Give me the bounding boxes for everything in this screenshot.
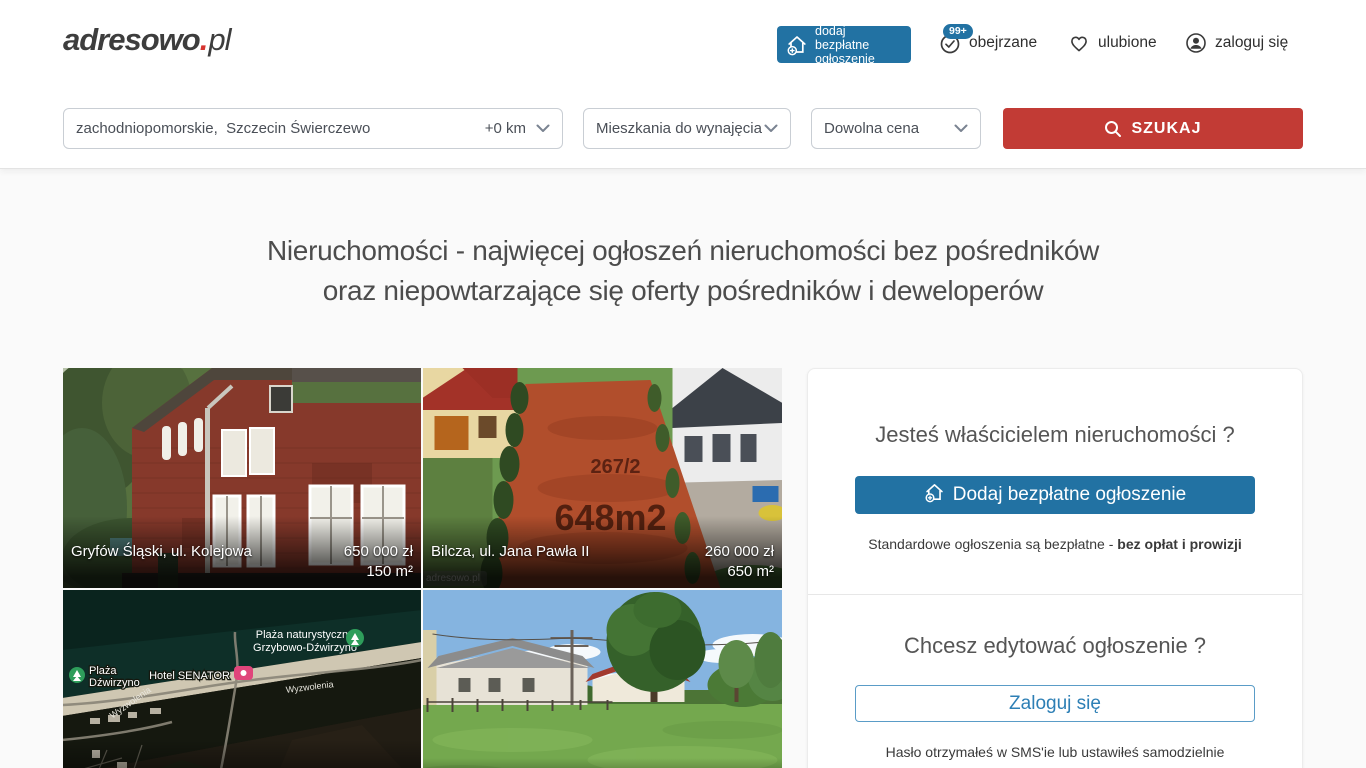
search-button[interactable]: SZUKAJ bbox=[1003, 108, 1303, 149]
edit-section: Chcesz edytować ogłoszenie ? Zaloguj się… bbox=[808, 595, 1302, 760]
listing-price: 650 000 zł bbox=[344, 542, 413, 562]
plot-number-label: 267/2 bbox=[590, 456, 640, 478]
main-content: Nieruchomości - najwięcej ogłoszeń nieru… bbox=[0, 169, 1366, 768]
page-title-line2: oraz niepowtarzające się oferty pośredni… bbox=[0, 271, 1366, 311]
listings-grid: Gryfów Śląski, ul. Kolejowa 650 000 zł 1… bbox=[63, 368, 782, 768]
add-listing-label-line2: ogłoszenie bbox=[815, 52, 875, 66]
chevron-down-icon bbox=[954, 124, 968, 133]
listing-card-gryfow[interactable]: Gryfów Śląski, ul. Kolejowa 650 000 zł 1… bbox=[63, 368, 421, 588]
owner-question: Jesteś właścicielem nieruchomości ? bbox=[808, 422, 1302, 448]
location-value: zachodniopomorskie, Szczecin Świerczewo bbox=[76, 120, 485, 137]
search-icon bbox=[1104, 120, 1122, 138]
price-value: Dowolna cena bbox=[824, 120, 954, 137]
listing-caption: Gryfów Śląski, ul. Kolejowa 650 000 zł 1… bbox=[63, 516, 421, 588]
listing-location: Gryfów Śląski, ul. Kolejowa bbox=[71, 542, 252, 562]
listing-caption: Bilcza, ul. Jana Pawła II 260 000 zł 650… bbox=[423, 516, 782, 588]
listing-area: 650 m² bbox=[705, 562, 774, 582]
owner-section: Jesteś właścicielem nieruchomości ? Doda… bbox=[808, 369, 1302, 552]
house-add-icon bbox=[924, 482, 945, 509]
price-select[interactable]: Dowolna cena bbox=[811, 108, 981, 149]
radius-select[interactable]: +0 km bbox=[485, 120, 526, 137]
location-search-field[interactable]: zachodniopomorskie, Szczecin Świerczewo … bbox=[63, 108, 563, 149]
login-menu-item[interactable]: zaloguj się bbox=[1185, 32, 1288, 54]
listing-card-grojce[interactable]: Grojce, ul. Bagienna 891 000 zł bbox=[423, 590, 782, 768]
listing-caption: Dźwirzyno, ul. Wyzwolenia zapytaj o cenę bbox=[63, 740, 421, 768]
edit-note: Hasło otrzymałeś w SMS'ie lub ustawiłeś … bbox=[808, 744, 1302, 760]
chevron-down-icon bbox=[764, 124, 778, 133]
viewed-label: obejrzane bbox=[969, 34, 1037, 52]
logo-name: adresowo bbox=[63, 22, 200, 57]
top-header: adresowo.pl dodaj bezpłatne ogłoszenie bbox=[0, 0, 1366, 169]
edit-question: Chcesz edytować ogłoszenie ? bbox=[808, 633, 1302, 659]
check-circle-icon: 99+ bbox=[939, 32, 961, 54]
owner-panel: Jesteś właścicielem nieruchomości ? Doda… bbox=[807, 368, 1303, 768]
map-hotel-label: Hotel SENATOR bbox=[149, 670, 230, 682]
owner-note-text: Standardowe ogłoszenia są bezpłatne - bbox=[868, 536, 1117, 552]
listing-area: 150 m² bbox=[344, 562, 413, 582]
page-title-line1: Nieruchomości - najwięcej ogłoszeń nieru… bbox=[0, 231, 1366, 271]
search-button-label: SZUKAJ bbox=[1131, 120, 1201, 138]
add-listing-header-button[interactable]: dodaj bezpłatne ogłoszenie bbox=[777, 26, 911, 63]
user-icon bbox=[1185, 32, 1207, 54]
listing-price: 260 000 zł bbox=[705, 542, 774, 562]
listing-caption: Grojce, ul. Bagienna 891 000 zł bbox=[423, 758, 782, 768]
favorites-menu-item[interactable]: ulubione bbox=[1068, 32, 1157, 54]
site-logo[interactable]: adresowo.pl bbox=[63, 22, 230, 58]
owner-note-bold: bez opłat i prowizji bbox=[1117, 536, 1241, 552]
owner-note: Standardowe ogłoszenia są bezpłatne - be… bbox=[808, 536, 1302, 552]
map-beach2-label-line1: Plaża bbox=[89, 665, 117, 677]
listing-card-bilcza[interactable]: 267/2 648m2 adresowo.pl Bilcza, ul. Jana… bbox=[423, 368, 782, 588]
add-listing-label-line1: dodaj bezpłatne bbox=[815, 24, 869, 52]
login-sidebar-button[interactable]: Zaloguj się bbox=[855, 685, 1255, 722]
add-listing-sidebar-label: Dodaj bezpłatne ogłoszenie bbox=[953, 484, 1186, 506]
heart-icon bbox=[1068, 32, 1090, 54]
house-add-icon bbox=[786, 34, 808, 56]
property-type-value: Mieszkania do wynajęcia bbox=[596, 120, 764, 137]
listing-location: Bilcza, ul. Jana Pawła II bbox=[431, 542, 589, 562]
add-listing-sidebar-button[interactable]: Dodaj bezpłatne ogłoszenie bbox=[855, 476, 1255, 514]
page-title: Nieruchomości - najwięcej ogłoszeń nieru… bbox=[0, 231, 1366, 311]
logo-tld: pl bbox=[208, 22, 230, 57]
viewed-menu-item[interactable]: 99+ obejrzane bbox=[939, 32, 1037, 54]
login-label: zaloguj się bbox=[1215, 34, 1288, 52]
listing-card-dzwirzyno[interactable]: Hotel SENATOR Plaża naturystyczna Grzybo… bbox=[63, 590, 421, 768]
map-beach-label-line2: Grzybowo-Dźwirzyno bbox=[253, 642, 357, 654]
viewed-count-badge: 99+ bbox=[943, 24, 973, 39]
map-beach2-label-line2: Dźwirzyno bbox=[89, 677, 140, 689]
chevron-down-icon bbox=[536, 124, 550, 133]
page: adresowo.pl dodaj bezpłatne ogłoszenie bbox=[0, 0, 1366, 768]
favorites-label: ulubione bbox=[1098, 34, 1157, 52]
map-beach-label-line1: Plaża naturystyczna bbox=[256, 629, 355, 641]
meadow-photo bbox=[423, 590, 782, 768]
property-type-select[interactable]: Mieszkania do wynajęcia bbox=[583, 108, 791, 149]
